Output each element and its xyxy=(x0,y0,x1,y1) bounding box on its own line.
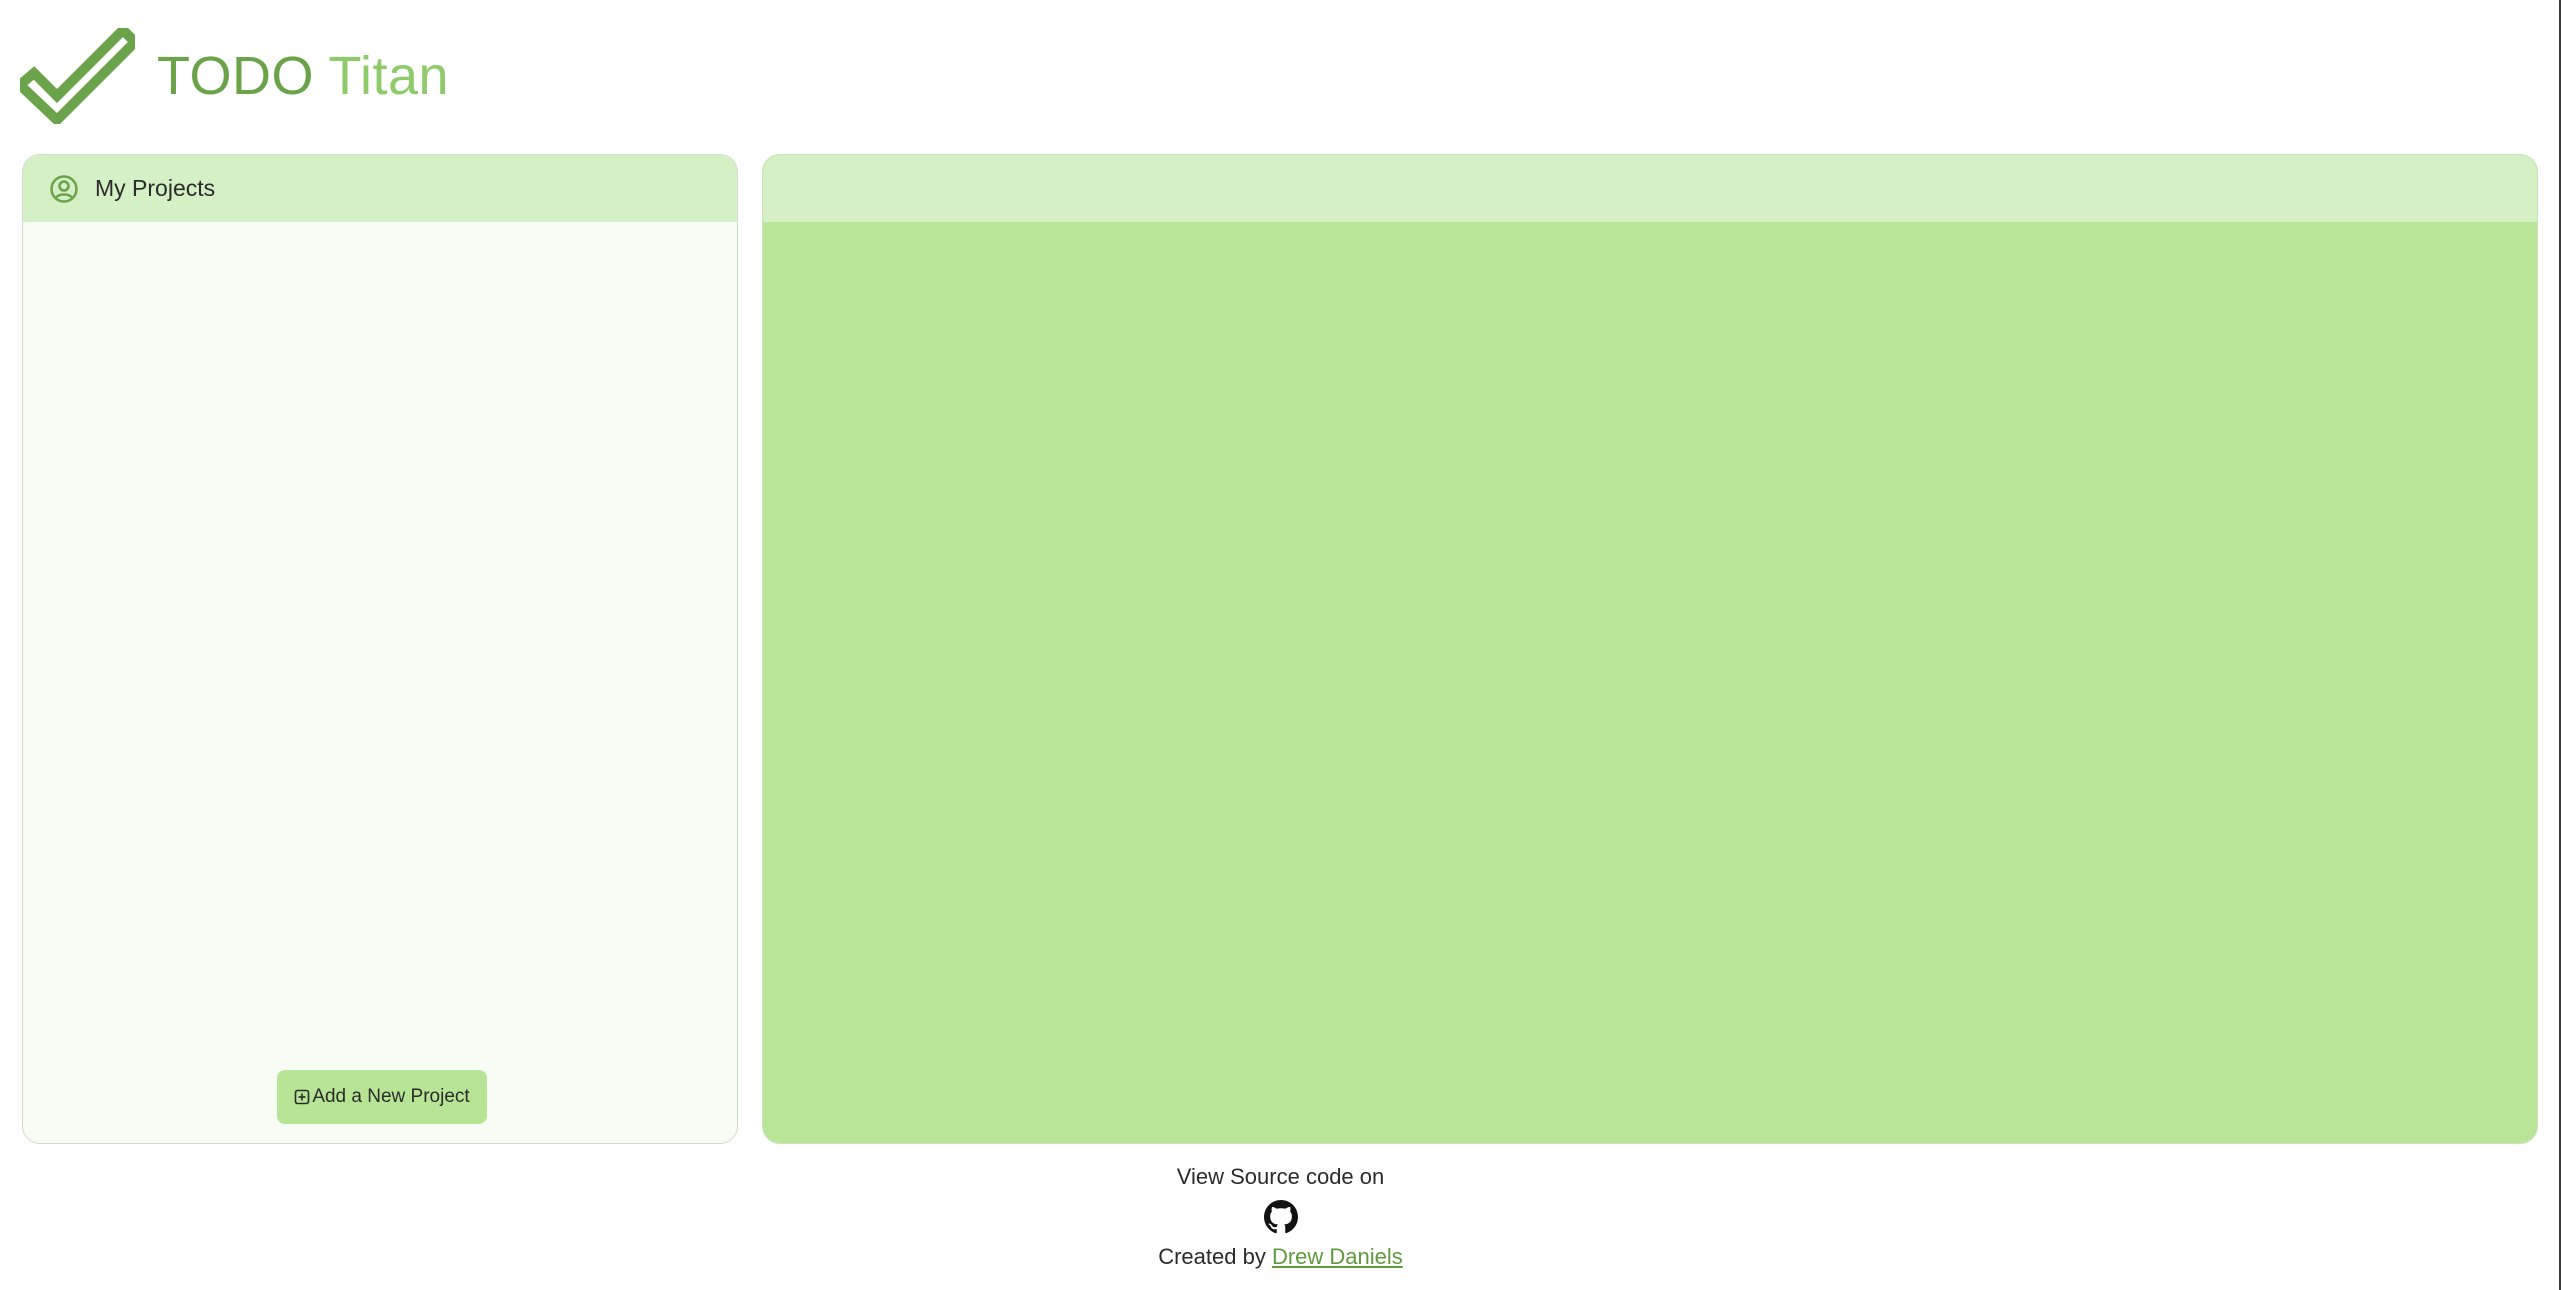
projects-panel: My Projects Add a New Project xyxy=(22,154,738,1144)
projects-panel-title: My Projects xyxy=(95,175,216,201)
project-detail-panel xyxy=(762,154,2538,1144)
checkmark-icon xyxy=(20,28,135,124)
created-by-text: Created by xyxy=(1158,1244,1266,1269)
app-title-primary: TODO xyxy=(157,46,315,106)
github-icon[interactable] xyxy=(1263,1200,1298,1234)
view-source-text: View Source code on xyxy=(1176,1164,1385,1189)
project-detail-header xyxy=(763,155,2537,222)
user-circle-icon xyxy=(50,174,78,203)
add-project-button[interactable]: Add a New Project xyxy=(277,1070,487,1124)
created-by-line: Created by Drew Daniels xyxy=(0,1240,2561,1274)
plus-square-icon xyxy=(295,1089,310,1105)
app-title: TODO Titan xyxy=(157,49,449,103)
footer: View Source code on Created by Drew Dani… xyxy=(0,1160,2561,1274)
app-title-secondary: Titan xyxy=(328,46,450,106)
add-project-button-label: Add a New Project xyxy=(312,1086,470,1107)
app-header: TODO Titan xyxy=(20,28,449,124)
projects-panel-header: My Projects xyxy=(23,155,737,222)
author-link[interactable]: Drew Daniels xyxy=(1272,1244,1403,1269)
app-page: TODO Titan My Projects Add a New Project xyxy=(0,0,2561,1290)
projects-list xyxy=(23,222,737,1143)
